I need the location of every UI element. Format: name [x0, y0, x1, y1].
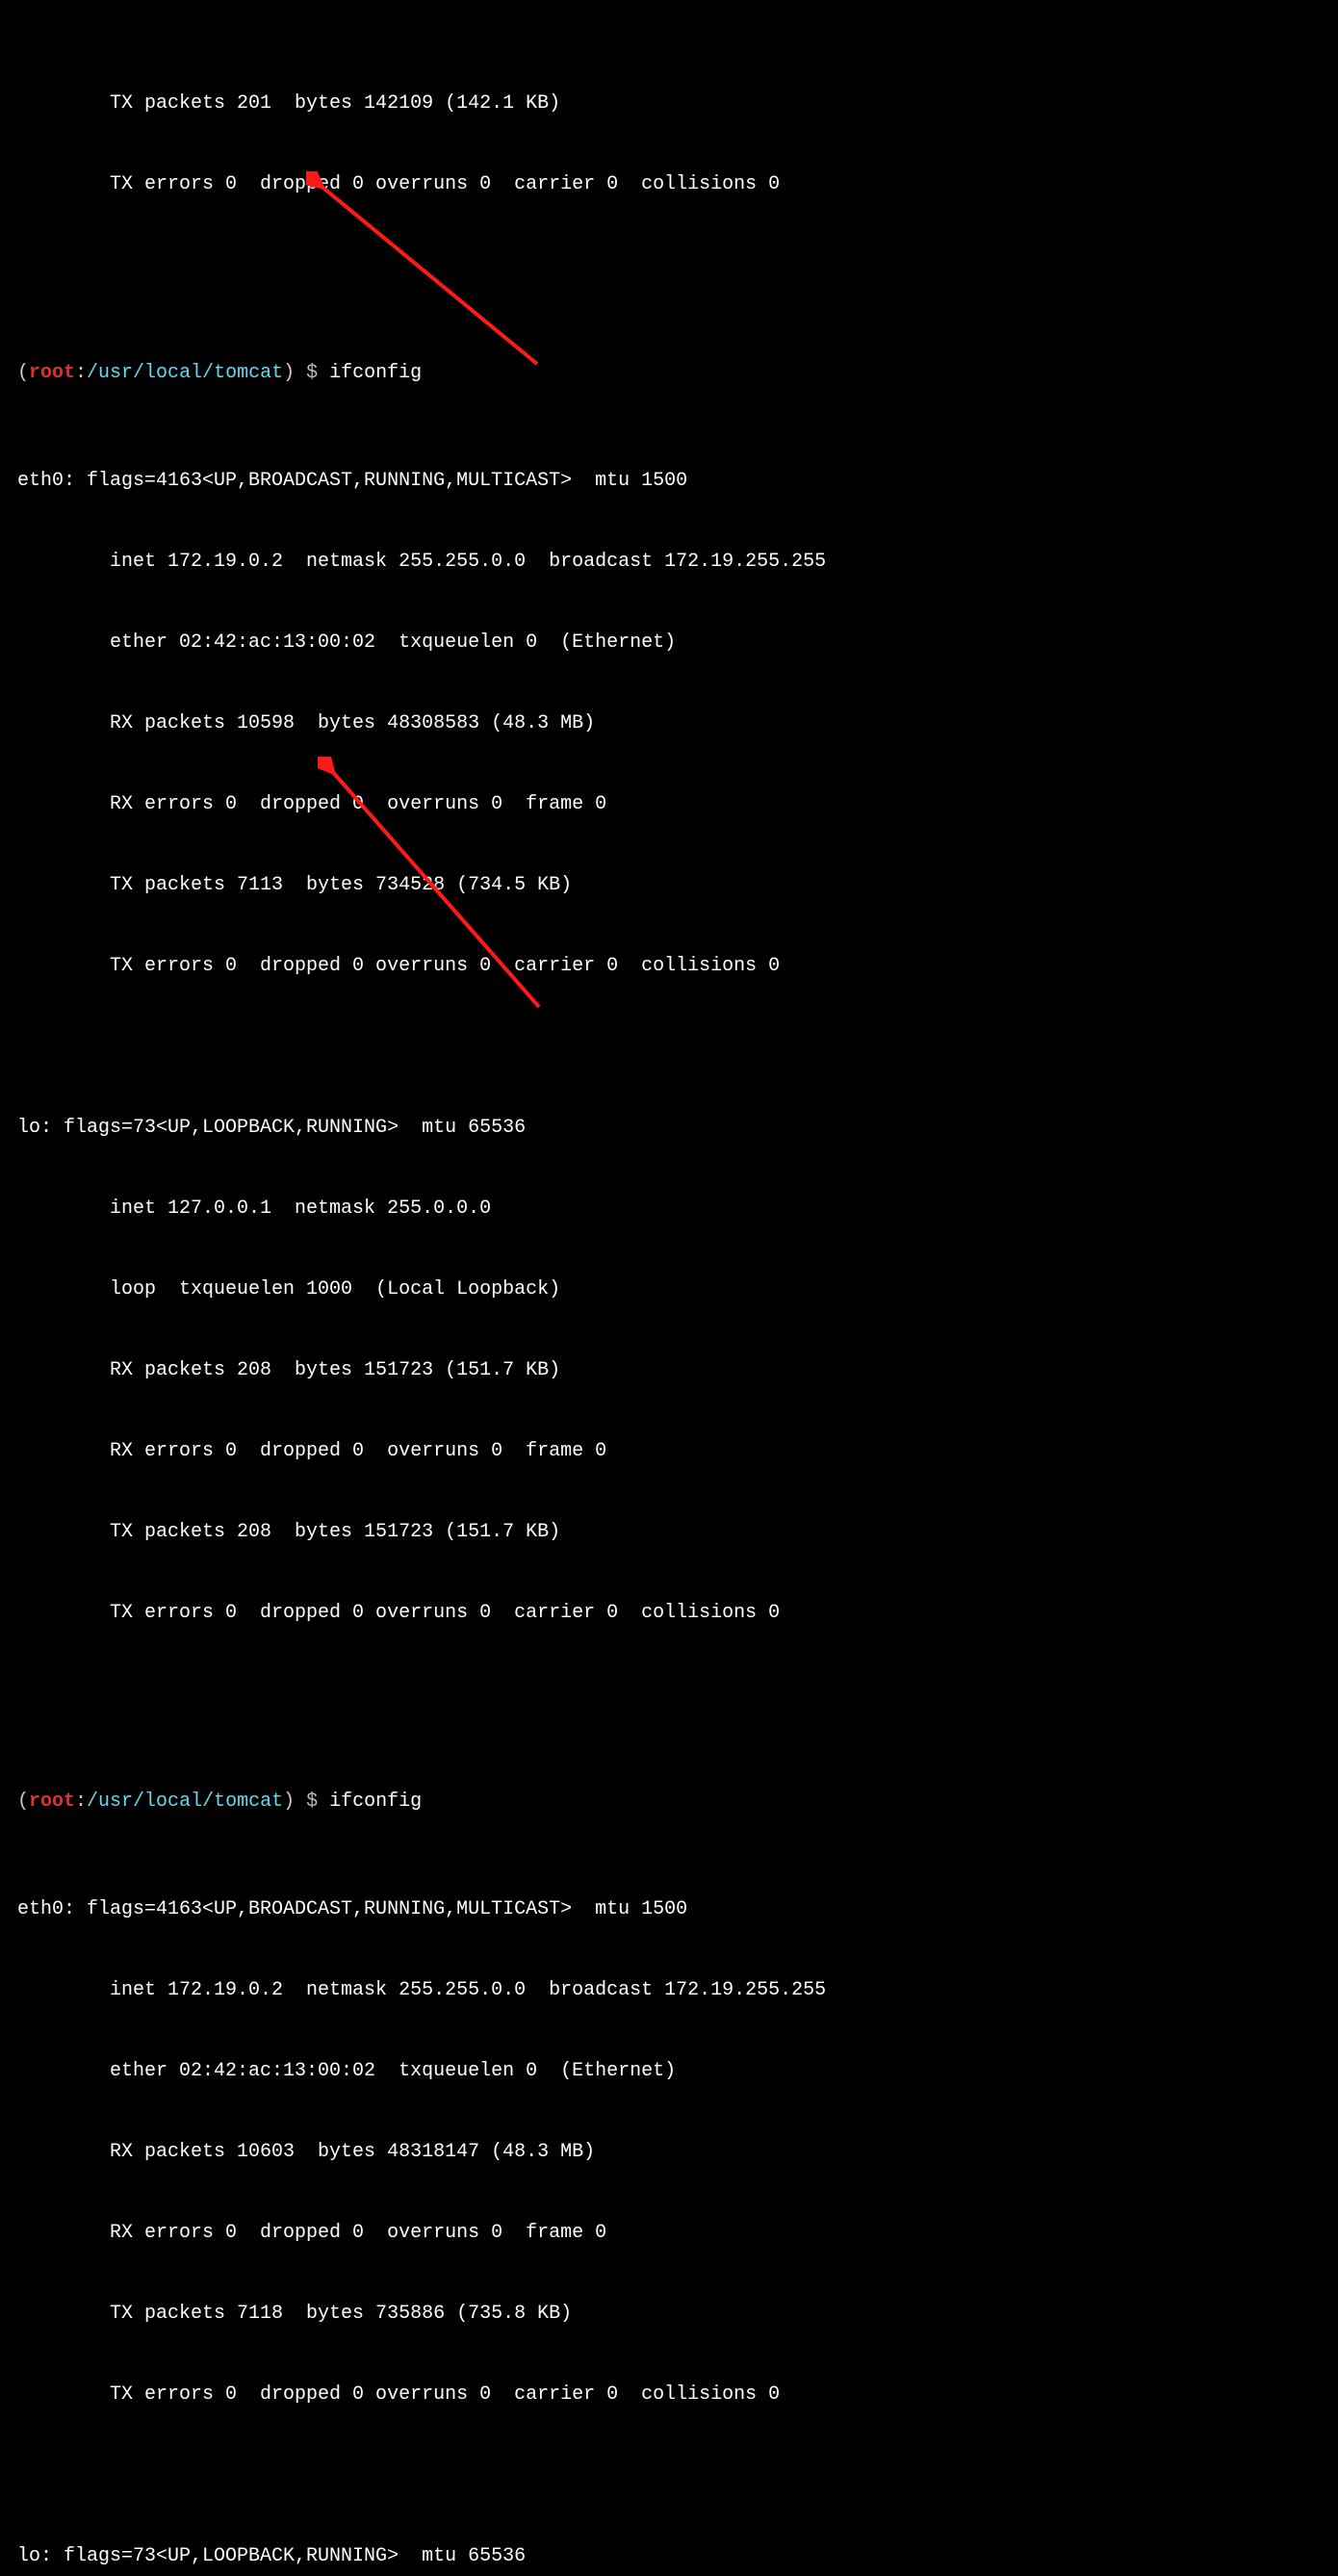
blank-line: [17, 1034, 1321, 1061]
command-text: ifconfig: [329, 362, 422, 384]
output-line: ether 02:42:ac:13:00:02 txqueuelen 0 (Et…: [17, 2058, 1321, 2085]
prompt-path: /usr/local/tomcat: [87, 362, 283, 384]
prompt-path: /usr/local/tomcat: [87, 1790, 283, 1813]
blank-line: [17, 1681, 1321, 1708]
prompt-line: (root:/usr/local/tomcat) $ ifconfig: [17, 1789, 1321, 1816]
command-text: ifconfig: [329, 1790, 422, 1813]
output-line: eth0: flags=4163<UP,BROADCAST,RUNNING,MU…: [17, 1896, 1321, 1923]
output-line: TX errors 0 dropped 0 overruns 0 carrier…: [17, 171, 1321, 198]
prompt-user: root: [29, 1790, 75, 1813]
prompt-sigil: $: [295, 1790, 329, 1813]
prompt-open: (: [17, 1790, 29, 1813]
prompt-sep: :: [75, 1790, 87, 1813]
prompt-sigil: $: [295, 362, 329, 384]
output-line: RX errors 0 dropped 0 overruns 0 frame 0: [17, 2220, 1321, 2247]
output-line: RX errors 0 dropped 0 overruns 0 frame 0: [17, 791, 1321, 818]
output-line: TX packets 7118 bytes 735886 (735.8 KB): [17, 2301, 1321, 2328]
output-line: inet 172.19.0.2 netmask 255.255.0.0 broa…: [17, 1977, 1321, 2004]
output-line: inet 172.19.0.2 netmask 255.255.0.0 broa…: [17, 549, 1321, 576]
prompt-close: ): [283, 1790, 295, 1813]
output-line: TX packets 208 bytes 151723 (151.7 KB): [17, 1519, 1321, 1546]
prompt-close: ): [283, 362, 295, 384]
output-line: TX errors 0 dropped 0 overruns 0 carrier…: [17, 1600, 1321, 1627]
output-line: TX errors 0 dropped 0 overruns 0 carrier…: [17, 953, 1321, 980]
output-line: lo: flags=73<UP,LOOPBACK,RUNNING> mtu 65…: [17, 2543, 1321, 2570]
prompt-user: root: [29, 362, 75, 384]
blank-line: [17, 252, 1321, 279]
prompt-line: (root:/usr/local/tomcat) $ ifconfig: [17, 360, 1321, 387]
blank-line: [17, 2462, 1321, 2489]
output-line: ether 02:42:ac:13:00:02 txqueuelen 0 (Et…: [17, 630, 1321, 657]
output-line: loop txqueuelen 1000 (Local Loopback): [17, 1276, 1321, 1303]
output-line: RX errors 0 dropped 0 overruns 0 frame 0: [17, 1438, 1321, 1465]
output-line: inet 127.0.0.1 netmask 255.0.0.0: [17, 1196, 1321, 1223]
output-line: eth0: flags=4163<UP,BROADCAST,RUNNING,MU…: [17, 468, 1321, 495]
output-line: TX packets 7113 bytes 734528 (734.5 KB): [17, 872, 1321, 899]
prompt-open: (: [17, 362, 29, 384]
prompt-sep: :: [75, 362, 87, 384]
output-line: RX packets 10598 bytes 48308583 (48.3 MB…: [17, 710, 1321, 737]
output-line: RX packets 10603 bytes 48318147 (48.3 MB…: [17, 2139, 1321, 2166]
output-line: lo: flags=73<UP,LOOPBACK,RUNNING> mtu 65…: [17, 1115, 1321, 1142]
output-line: TX packets 201 bytes 142109 (142.1 KB): [17, 90, 1321, 117]
output-line: TX errors 0 dropped 0 overruns 0 carrier…: [17, 2382, 1321, 2409]
output-line: RX packets 208 bytes 151723 (151.7 KB): [17, 1357, 1321, 1384]
terminal-output[interactable]: TX packets 201 bytes 142109 (142.1 KB) T…: [0, 0, 1338, 2576]
